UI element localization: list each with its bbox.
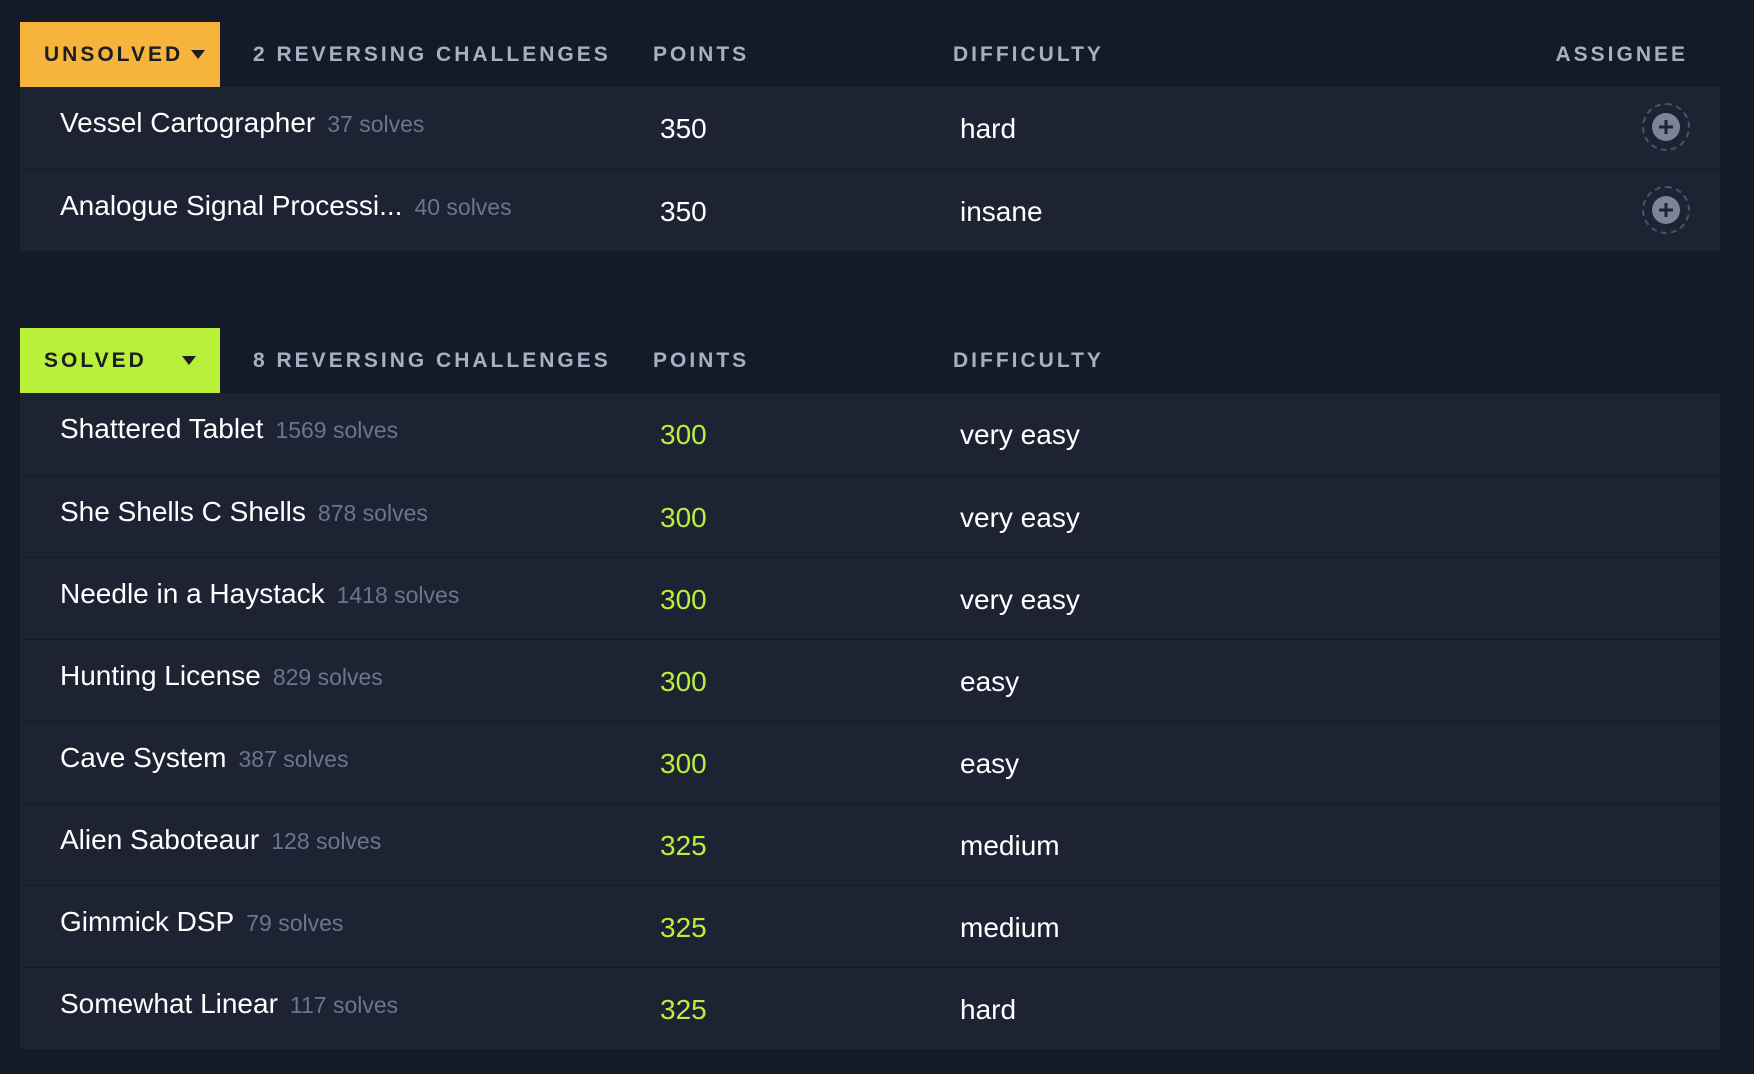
solve-count: 117 solves (289, 992, 399, 1018)
table-row[interactable]: Somewhat Linear 117 solves 325 hard (20, 967, 1720, 1049)
difficulty-value: very easy (960, 584, 1080, 615)
challenge-name[interactable]: Gimmick DSP (60, 906, 234, 937)
challenge-name-cell: Somewhat Linear 117 solves (60, 988, 398, 1020)
challenge-name-cell: Gimmick DSP 79 solves (60, 906, 343, 938)
challenge-name-cell: She Shells C Shells 878 solves (60, 496, 428, 528)
plus-circle-icon (1652, 196, 1680, 224)
unsolved-dropdown-button[interactable]: UNSOLVED (20, 22, 220, 87)
challenge-name-cell: Shattered Tablet 1569 solves (60, 413, 398, 445)
unsolved-section: UNSOLVED 2 REVERSING CHALLENGES POINTS D… (20, 22, 1720, 251)
difficulty-value: hard (960, 113, 1017, 144)
difficulty-value: hard (960, 994, 1017, 1025)
solved-table-body: Shattered Tablet 1569 solves 300 very eas… (20, 393, 1720, 1049)
solve-count: 878 solves (317, 500, 428, 526)
difficulty-column-header[interactable]: DIFFICULTY (953, 22, 1104, 87)
unsolved-table-body: Vessel Cartographer 37 solves 350 hard An… (20, 87, 1720, 251)
points-value: 325 (660, 912, 707, 943)
challenge-name[interactable]: Needle in a Haystack (60, 578, 325, 609)
challenge-name[interactable]: Hunting License (60, 660, 261, 691)
points-value: 300 (660, 666, 707, 697)
points-value: 325 (660, 830, 707, 861)
solve-count: 1569 solves (275, 417, 399, 443)
difficulty-value: easy (960, 666, 1020, 697)
challenge-name-cell: Hunting License 829 solves (60, 660, 383, 692)
points-value: 350 (660, 113, 707, 144)
chevron-down-icon (191, 50, 206, 59)
assignee-column-header: ASSIGNEE (1555, 42, 1688, 66)
points-value: 300 (660, 419, 707, 450)
points-value: 300 (660, 502, 707, 533)
chevron-down-icon (182, 356, 196, 365)
points-column-header[interactable]: POINTS (653, 328, 749, 393)
difficulty-column-header[interactable]: DIFFICULTY (953, 328, 1104, 393)
unsolved-status-label: UNSOLVED (44, 42, 184, 66)
challenge-name[interactable]: Alien Saboteaur (60, 824, 259, 855)
difficulty-value: very easy (960, 502, 1080, 533)
points-value: 350 (660, 196, 707, 227)
points-value: 325 (660, 994, 707, 1025)
difficulty-value: insane (960, 196, 1043, 227)
table-row[interactable]: Needle in a Haystack 1418 solves 300 very… (20, 557, 1720, 639)
unsolved-count-header: 2 REVERSING CHALLENGES (253, 42, 611, 66)
plus-circle-icon (1652, 113, 1680, 141)
points-column-header[interactable]: POINTS (653, 22, 749, 87)
challenge-name[interactable]: Shattered Tablet (60, 413, 263, 444)
challenge-name[interactable]: Somewhat Linear (60, 988, 278, 1019)
challenge-name[interactable]: Analogue Signal Processi... (60, 190, 402, 221)
unsolved-header: UNSOLVED 2 REVERSING CHALLENGES POINTS D… (20, 22, 1720, 87)
difficulty-value: very easy (960, 419, 1080, 450)
solve-count: 829 solves (272, 664, 383, 690)
points-value: 300 (660, 748, 707, 779)
solve-count: 387 solves (238, 746, 349, 772)
solve-count: 128 solves (271, 828, 382, 854)
table-row[interactable]: Shattered Tablet 1569 solves 300 very eas… (20, 393, 1720, 475)
table-row[interactable]: She Shells C Shells 878 solves 300 very e… (20, 475, 1720, 557)
challenge-name-cell: Analogue Signal Processi... 40 solves (60, 190, 512, 222)
table-row[interactable]: Gimmick DSP 79 solves 325 medium (20, 885, 1720, 967)
solve-count: 37 solves (327, 111, 425, 137)
solve-count: 1418 solves (336, 582, 460, 608)
challenge-name-cell: Vessel Cartographer 37 solves (60, 107, 424, 139)
table-row[interactable]: Analogue Signal Processi... 40 solves 350… (20, 169, 1720, 251)
challenge-name-cell: Alien Saboteaur 128 solves (60, 824, 381, 856)
points-value: 300 (660, 584, 707, 615)
challenge-name[interactable]: Vessel Cartographer (60, 107, 315, 138)
difficulty-value: medium (960, 912, 1060, 943)
table-row[interactable]: Cave System 387 solves 300 easy (20, 721, 1720, 803)
solve-count: 79 solves (246, 910, 344, 936)
solved-section: SOLVED 8 REVERSING CHALLENGES POINTS DIF… (20, 328, 1720, 1049)
assign-button[interactable] (1642, 186, 1690, 234)
assign-button[interactable] (1642, 103, 1690, 151)
solved-count-header: 8 REVERSING CHALLENGES (253, 348, 611, 372)
solve-count: 40 solves (414, 194, 512, 220)
difficulty-value: medium (960, 830, 1060, 861)
challenge-name-cell: Needle in a Haystack 1418 solves (60, 578, 459, 610)
challenge-name[interactable]: She Shells C Shells (60, 496, 306, 527)
challenge-name[interactable]: Cave System (60, 742, 227, 773)
table-row[interactable]: Vessel Cartographer 37 solves 350 hard (20, 87, 1720, 169)
solved-header: SOLVED 8 REVERSING CHALLENGES POINTS DIF… (20, 328, 1720, 393)
difficulty-value: easy (960, 748, 1020, 779)
solved-status-label: SOLVED (44, 348, 147, 372)
table-row[interactable]: Hunting License 829 solves 300 easy (20, 639, 1720, 721)
solved-dropdown-button[interactable]: SOLVED (20, 328, 220, 393)
challenge-name-cell: Cave System 387 solves (60, 742, 348, 774)
table-row[interactable]: Alien Saboteaur 128 solves 325 medium (20, 803, 1720, 885)
